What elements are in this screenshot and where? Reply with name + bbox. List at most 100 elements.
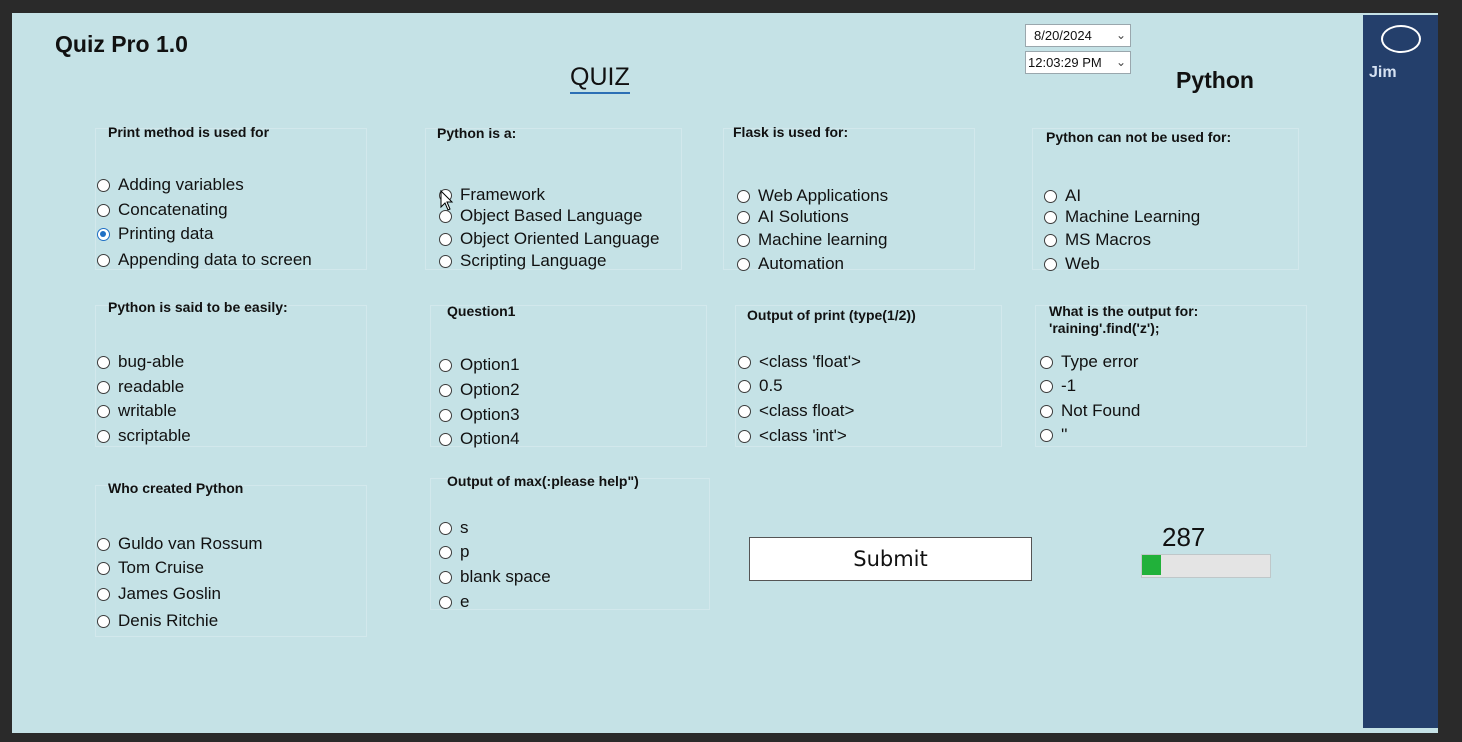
option-label: <class 'int'> bbox=[759, 426, 847, 445]
answer-option[interactable]: p bbox=[439, 542, 469, 562]
answer-option[interactable]: Object Based Language bbox=[439, 206, 642, 226]
radio-button[interactable] bbox=[97, 178, 110, 192]
radio-button[interactable] bbox=[737, 233, 750, 247]
answer-option[interactable]: blank space bbox=[439, 567, 551, 587]
radio-button[interactable] bbox=[97, 587, 110, 601]
radio-button[interactable] bbox=[97, 537, 110, 551]
option-label: p bbox=[460, 542, 470, 561]
radio-button[interactable] bbox=[1044, 189, 1057, 203]
question-title: What is the output for: 'raining'.find('… bbox=[1049, 303, 1199, 336]
radio-button[interactable] bbox=[439, 545, 452, 559]
radio-button[interactable] bbox=[738, 379, 751, 393]
radio-button[interactable] bbox=[738, 429, 751, 443]
radio-button[interactable] bbox=[439, 595, 452, 609]
radio-button[interactable] bbox=[738, 355, 751, 369]
answer-option[interactable]: writable bbox=[97, 401, 177, 421]
app-title: Quiz Pro 1.0 bbox=[55, 31, 188, 57]
avatar-icon[interactable] bbox=[1381, 25, 1421, 53]
answer-option[interactable]: s bbox=[439, 518, 469, 538]
radio-button[interactable] bbox=[737, 189, 750, 203]
date-value: 8/20/2024 bbox=[1034, 28, 1092, 43]
radio-button[interactable] bbox=[1044, 210, 1057, 224]
answer-option[interactable]: Option3 bbox=[439, 405, 520, 425]
chevron-down-icon: ⌄ bbox=[1115, 28, 1126, 42]
radio-button[interactable] bbox=[737, 257, 750, 271]
answer-option[interactable]: Automation bbox=[737, 254, 844, 274]
date-picker[interactable]: 8/20/2024 ⌄ bbox=[1025, 24, 1131, 47]
radio-button[interactable] bbox=[439, 232, 452, 246]
answer-option[interactable]: Scripting Language bbox=[439, 251, 607, 271]
answer-option[interactable]: <class 'float'> bbox=[738, 352, 861, 372]
answer-option[interactable]: Denis Ritchie bbox=[97, 611, 218, 631]
radio-button[interactable] bbox=[97, 253, 110, 267]
answer-option[interactable]: Framework bbox=[439, 185, 545, 205]
radio-button[interactable] bbox=[1040, 355, 1053, 369]
answer-option[interactable]: AI bbox=[1044, 186, 1081, 206]
user-sidebar bbox=[1363, 15, 1438, 728]
radio-button[interactable] bbox=[439, 570, 452, 584]
option-label: Option1 bbox=[460, 355, 520, 374]
option-label: Printing data bbox=[118, 224, 214, 243]
answer-option[interactable]: Object Oriented Language bbox=[439, 229, 659, 249]
subject-label: Python bbox=[1176, 67, 1254, 93]
answer-option[interactable]: Option2 bbox=[439, 380, 520, 400]
answer-option[interactable]: Not Found bbox=[1040, 401, 1140, 421]
answer-option[interactable]: Option1 bbox=[439, 355, 520, 375]
answer-option[interactable]: Guldo van Rossum bbox=[97, 534, 263, 554]
radio-button[interactable] bbox=[439, 521, 452, 535]
radio-button[interactable] bbox=[738, 404, 751, 418]
answer-option[interactable]: <class float> bbox=[738, 401, 854, 421]
radio-button[interactable] bbox=[439, 358, 452, 372]
radio-button[interactable] bbox=[97, 203, 110, 217]
option-label: James Goslin bbox=[118, 584, 221, 603]
answer-option[interactable]: Concatenating bbox=[97, 200, 228, 220]
radio-button[interactable] bbox=[1040, 404, 1053, 418]
answer-option[interactable]: 0.5 bbox=[738, 376, 783, 396]
radio-button[interactable] bbox=[97, 561, 110, 575]
submit-button[interactable]: Submit bbox=[749, 537, 1032, 581]
option-label: Appending data to screen bbox=[118, 250, 312, 269]
answer-option[interactable]: bug-able bbox=[97, 352, 184, 372]
radio-button[interactable] bbox=[1040, 379, 1053, 393]
radio-button[interactable] bbox=[439, 383, 452, 397]
radio-button[interactable] bbox=[1044, 257, 1057, 271]
radio-button[interactable] bbox=[1044, 233, 1057, 247]
page-title: QUIZ bbox=[570, 62, 630, 94]
answer-option[interactable]: <class 'int'> bbox=[738, 426, 847, 446]
radio-button[interactable] bbox=[1040, 428, 1053, 442]
answer-option[interactable]: Web Applications bbox=[737, 186, 888, 206]
radio-button[interactable] bbox=[97, 429, 110, 443]
radio-button[interactable] bbox=[439, 254, 452, 268]
radio-button[interactable] bbox=[737, 210, 750, 224]
answer-option[interactable]: Adding variables bbox=[97, 175, 244, 195]
answer-option[interactable]: Type error bbox=[1040, 352, 1138, 372]
answer-option[interactable]: Printing data bbox=[97, 224, 213, 244]
answer-option[interactable]: AI Solutions bbox=[737, 207, 849, 227]
answer-option[interactable]: readable bbox=[97, 377, 184, 397]
option-label: s bbox=[460, 518, 469, 537]
time-picker[interactable]: 12:03:29 PM ⌄ bbox=[1025, 51, 1131, 74]
answer-option[interactable]: Tom Cruise bbox=[97, 558, 204, 578]
answer-option[interactable]: '' bbox=[1040, 425, 1068, 445]
radio-button[interactable] bbox=[439, 432, 452, 446]
radio-button[interactable] bbox=[97, 227, 110, 241]
answer-option[interactable]: James Goslin bbox=[97, 584, 221, 604]
radio-button[interactable] bbox=[97, 380, 110, 394]
answer-option[interactable]: e bbox=[439, 592, 469, 612]
option-label: Machine Learning bbox=[1065, 207, 1201, 226]
answer-option[interactable]: Web bbox=[1044, 254, 1100, 274]
radio-button[interactable] bbox=[97, 614, 110, 628]
answer-option[interactable]: Appending data to screen bbox=[97, 250, 312, 270]
answer-option[interactable]: Machine learning bbox=[737, 230, 887, 250]
chevron-down-icon: ⌄ bbox=[1115, 55, 1126, 69]
answer-option[interactable]: -1 bbox=[1040, 376, 1076, 396]
answer-option[interactable]: Machine Learning bbox=[1044, 207, 1200, 227]
option-label: blank space bbox=[460, 567, 551, 586]
radio-button[interactable] bbox=[97, 404, 110, 418]
option-label: Not Found bbox=[1061, 401, 1141, 420]
radio-button[interactable] bbox=[439, 408, 452, 422]
answer-option[interactable]: Option4 bbox=[439, 429, 520, 449]
radio-button[interactable] bbox=[97, 355, 110, 369]
answer-option[interactable]: MS Macros bbox=[1044, 230, 1151, 250]
answer-option[interactable]: scriptable bbox=[97, 426, 191, 446]
